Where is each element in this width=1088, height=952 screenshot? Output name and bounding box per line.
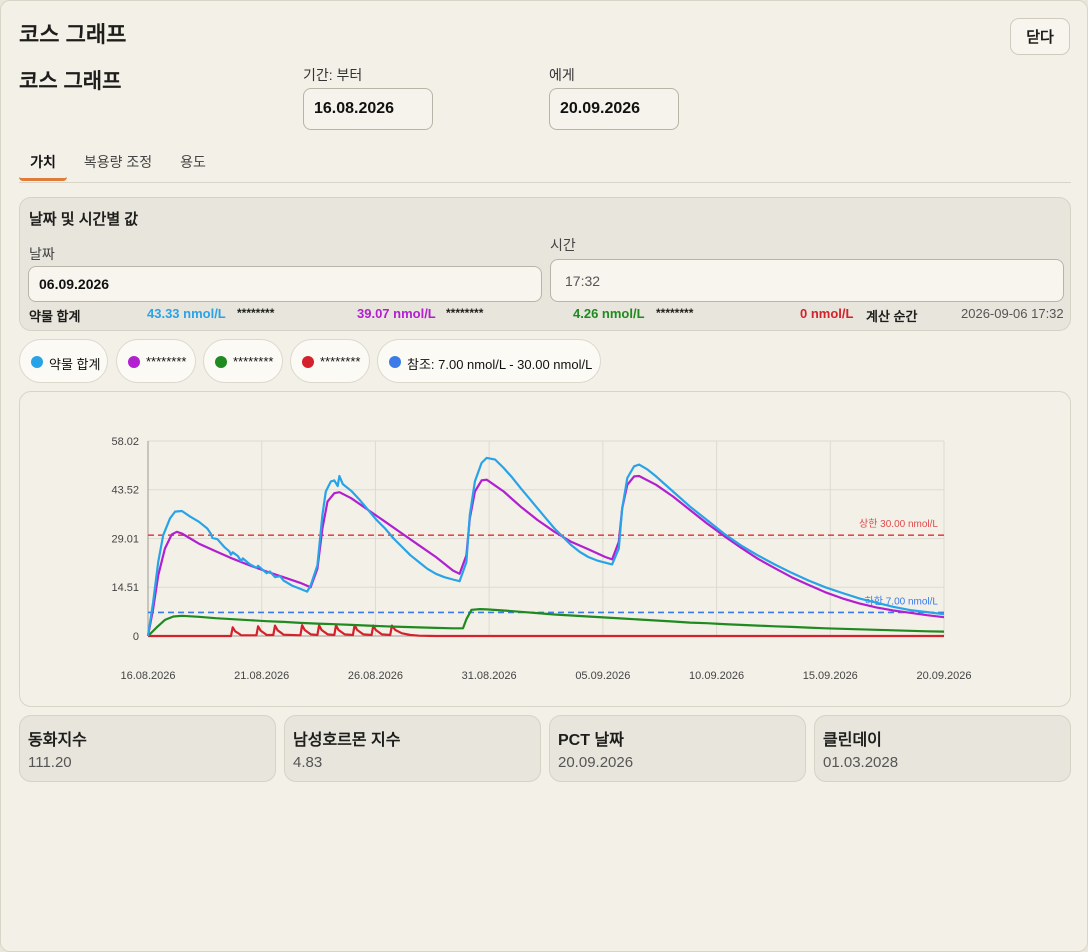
legend-item-series2[interactable]: ********	[203, 339, 283, 383]
course-graph-window: 코스 그래프 닫다 코스 그래프 기간: 부터 에게 가치 복용량 조정 용도 …	[0, 0, 1088, 952]
to-date-input[interactable]	[549, 88, 679, 130]
tab-usage[interactable]: 용도	[173, 145, 213, 181]
values-panel-title: 날짜 및 시간별 값	[29, 211, 139, 228]
x-tick-label: 16.08.2026	[120, 670, 175, 682]
legend-label: 참조: 7.00 nmol/L - 30.00 nmol/L	[407, 357, 593, 372]
legend-label: ********	[233, 354, 274, 369]
series-line-2	[147, 608, 945, 637]
y-tick-label: 58.02	[111, 436, 139, 448]
legend-item-total[interactable]: 약물 합계	[19, 339, 108, 383]
stat-title: PCT 날짜	[558, 732, 624, 749]
lower-reference-label: 하한 7.00 nmol/L	[865, 594, 939, 607]
series-line-total	[146, 456, 945, 637]
series-line-3	[148, 624, 944, 638]
stat-value: 20.09.2026	[558, 754, 634, 771]
tab-values[interactable]: 가치	[19, 145, 67, 181]
legend-item-series3[interactable]: ********	[290, 339, 370, 383]
series2-value: 4.26 nmol/L	[573, 306, 645, 321]
x-tick-label: 21.08.2026	[234, 670, 289, 682]
course-chart[interactable]: 58.02 43.52 29.01 14.51 0 16.08.2026 21.08.202…	[20, 392, 1072, 708]
tab-dose-adjustment[interactable]: 복용량 조정	[79, 145, 157, 181]
legend-label: ********	[146, 354, 187, 369]
chart-card: 58.02 43.52 29.01 14.51 0 16.08.2026 21.08.202…	[19, 391, 1071, 707]
date-label: 날짜	[29, 246, 55, 262]
legend-label: ********	[320, 354, 361, 369]
stat-value: 01.03.2028	[823, 754, 899, 771]
series-line-1	[146, 474, 945, 637]
stat-card-androgen-index: 남성호르몬 지수 4.83	[284, 715, 541, 782]
stat-card-pct-date: PCT 날짜 20.09.2026	[549, 715, 806, 782]
stat-title: 동화지수	[28, 732, 87, 749]
from-date-input[interactable]	[303, 88, 433, 130]
stat-card-anabolic-index: 동화지수 111.20	[19, 715, 276, 782]
y-tick-label: 29.01	[111, 534, 139, 546]
stat-card-clean-day: 클린데이 01.03.2028	[814, 715, 1071, 782]
total-label: 약물 합계	[29, 309, 81, 324]
series1-name: ********	[237, 306, 275, 320]
series3-value: 0 nmol/L	[800, 306, 854, 321]
series3-name: ********	[656, 306, 694, 320]
legend-dot	[215, 356, 227, 368]
calc-moment-label: 계산 순간	[866, 309, 918, 324]
page-title: 코스 그래프	[19, 70, 122, 93]
tab-bar: 가치 복용량 조정 용도	[19, 145, 1071, 183]
x-tick-label: 26.08.2026	[348, 670, 403, 682]
y-tick-label: 0	[133, 631, 139, 643]
time-input[interactable]	[550, 259, 1064, 302]
to-label: 에게	[549, 67, 575, 83]
legend-dot	[31, 356, 43, 368]
x-tick-label: 15.09.2026	[803, 670, 858, 682]
series2-name: ********	[446, 306, 484, 320]
y-tick-label: 14.51	[111, 582, 139, 594]
y-tick-label: 43.52	[111, 485, 139, 497]
x-tick-label: 20.09.2026	[916, 670, 971, 682]
window-title: 코스 그래프	[19, 22, 127, 47]
calc-moment-value: 2026-09-06 17:32	[961, 306, 1064, 321]
legend-dot	[389, 356, 401, 368]
x-tick-label: 05.09.2026	[575, 670, 630, 682]
series1-value: 39.07 nmol/L	[357, 306, 436, 321]
stat-title: 남성호르몬 지수	[293, 732, 401, 749]
stat-value: 4.83	[293, 754, 323, 771]
time-label: 시간	[550, 237, 576, 253]
values-panel: 날짜 및 시간별 값 날짜 시간 약물 합계 43.33 nmol/L ****…	[19, 197, 1071, 331]
legend-label: 약물 합계	[49, 357, 101, 372]
legend-item-series1[interactable]: ********	[116, 339, 196, 383]
from-label: 기간: 부터	[303, 67, 363, 83]
x-tick-label: 10.09.2026	[689, 670, 744, 682]
legend-dot	[302, 356, 314, 368]
legend-dot	[128, 356, 140, 368]
close-button[interactable]: 닫다	[1010, 18, 1070, 55]
stat-title: 클린데이	[823, 732, 882, 749]
total-value: 43.33 nmol/L	[147, 306, 226, 321]
legend-item-reference[interactable]: 참조: 7.00 nmol/L - 30.00 nmol/L	[377, 339, 601, 383]
x-tick-label: 31.08.2026	[462, 670, 517, 682]
date-input[interactable]	[28, 266, 542, 302]
stat-value: 111.20	[28, 754, 72, 771]
upper-reference-label: 상한 30.00 nmol/L	[859, 518, 938, 530]
